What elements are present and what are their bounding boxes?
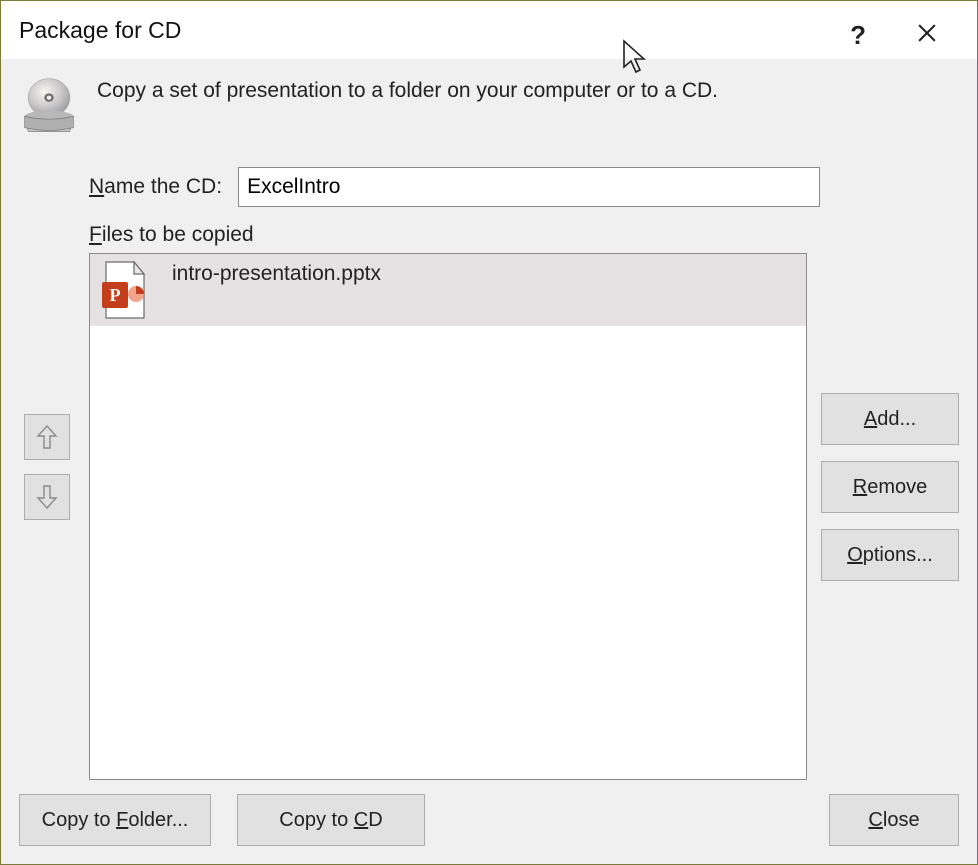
dialog-footer: Copy to Folder... Copy to CD Close (19, 794, 959, 846)
move-up-button[interactable] (24, 414, 70, 460)
package-for-cd-dialog: Package for CD ? (0, 0, 978, 865)
help-button[interactable]: ? (844, 19, 872, 52)
description-row: Copy a set of presentation to a folder o… (19, 77, 959, 137)
arrow-down-icon (36, 484, 58, 510)
description-text: Copy a set of presentation to a folder o… (97, 79, 718, 103)
svg-text:P: P (110, 285, 121, 305)
remove-button[interactable]: Remove (821, 461, 959, 513)
options-button[interactable]: Options... (821, 529, 959, 581)
close-icon (918, 24, 936, 42)
copy-to-folder-button[interactable]: Copy to Folder... (19, 794, 211, 846)
name-row: Name the CD: (89, 167, 959, 207)
files-area: P intro-presentation.pptx Add... Remove … (19, 253, 959, 780)
cd-drive-icon (19, 77, 79, 137)
dialog-content: Copy a set of presentation to a folder o… (1, 59, 977, 864)
arrow-up-icon (36, 424, 58, 450)
powerpoint-file-icon: P (100, 260, 148, 320)
reorder-controls (19, 153, 75, 780)
files-to-copy-label: Files to be copied (89, 223, 959, 247)
close-button[interactable]: Close (829, 794, 959, 846)
cd-name-input[interactable] (238, 167, 820, 207)
list-item[interactable]: P intro-presentation.pptx (90, 254, 806, 326)
close-icon-button[interactable] (907, 13, 947, 53)
titlebar: Package for CD ? (1, 1, 977, 59)
move-down-button[interactable] (24, 474, 70, 520)
copy-to-cd-button[interactable]: Copy to CD (237, 794, 425, 846)
name-cd-label: Name the CD: (89, 175, 222, 199)
file-list[interactable]: P intro-presentation.pptx (89, 253, 807, 780)
file-action-buttons: Add... Remove Options... (821, 393, 959, 780)
add-button[interactable]: Add... (821, 393, 959, 445)
file-name: intro-presentation.pptx (172, 262, 381, 286)
dialog-title: Package for CD (19, 17, 181, 44)
